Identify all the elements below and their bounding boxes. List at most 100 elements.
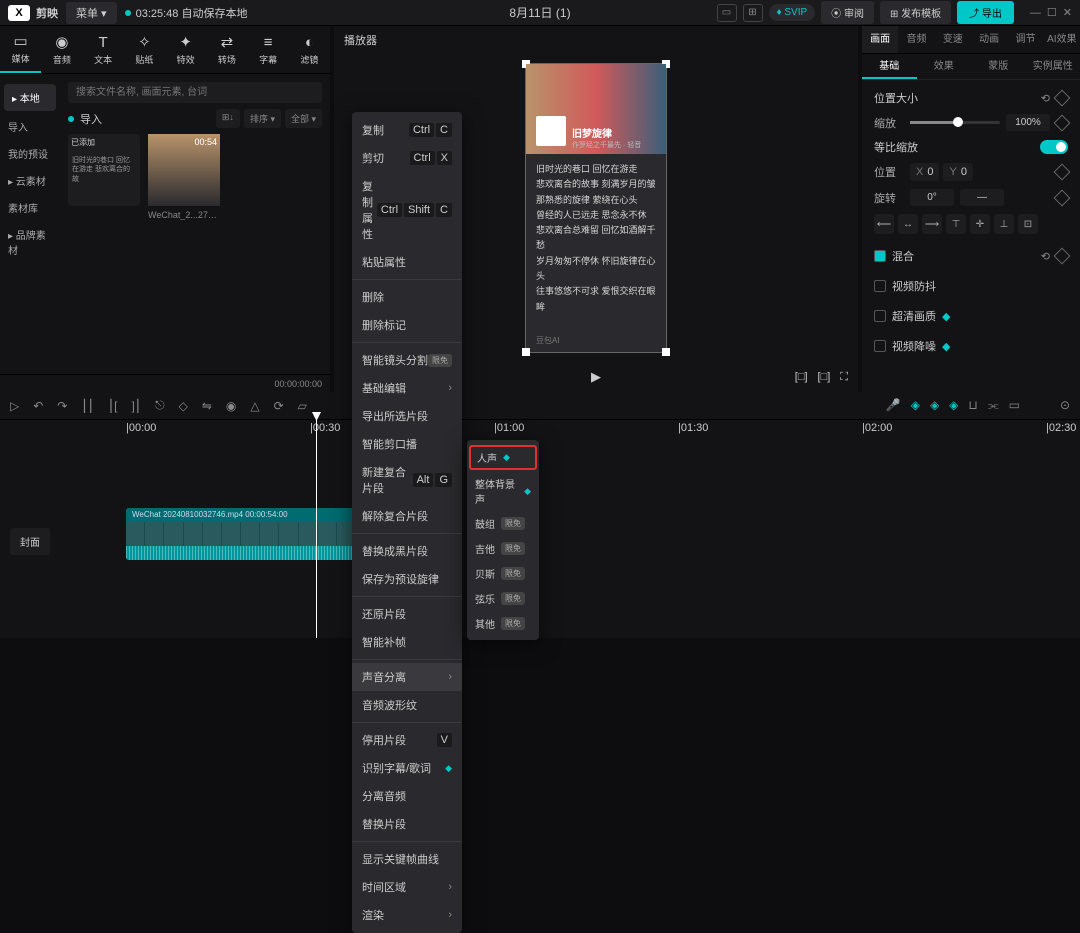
side-item[interactable]: 导入 (0, 113, 60, 140)
mirror-icon[interactable]: ⇋ (202, 399, 212, 413)
blend-keyframe-icon[interactable] (1054, 248, 1071, 265)
timeline-tracks[interactable]: 封面 WeChat 20240810032746.mp4 00:00:54:00 (0, 438, 1080, 458)
media-thumb[interactable]: 已添加旧时光的巷口 回忆在游走 悲欢离合的故 (68, 134, 140, 220)
resize-handle-bl[interactable] (522, 348, 530, 356)
play-button[interactable]: ▶ (591, 369, 601, 385)
minimize-icon[interactable]: — (1030, 7, 1041, 19)
preview-icon[interactable]: ▭ (1009, 398, 1020, 413)
zoom-icon[interactable]: ⊙ (1060, 398, 1070, 413)
submenu-item[interactable]: 鼓组 限免 (467, 511, 539, 536)
menu-item[interactable]: 时间区域› (352, 873, 462, 901)
tool-tab-文本[interactable]: T文本 (83, 26, 124, 73)
playhead[interactable] (316, 420, 317, 638)
keyframe-icon[interactable] (1054, 90, 1071, 107)
shield-icon[interactable]: ◇ (179, 399, 188, 413)
layout-icon-2[interactable]: ⊞ (743, 4, 763, 22)
tool-tab-贴纸[interactable]: ✧贴纸 (124, 26, 165, 73)
tool-tab-媒体[interactable]: ▭媒体 (0, 26, 41, 73)
timeline-ruler[interactable]: |00:00|00:30|01:00|01:30|02:00|02:30 (0, 420, 1080, 438)
denoise-checkbox[interactable] (874, 340, 886, 352)
scale-value[interactable]: 100% (1006, 114, 1050, 131)
rp-tab[interactable]: 音频 (898, 26, 934, 53)
menu-item[interactable]: 智能镜头分割限免 (352, 346, 462, 374)
rot-keyframe-icon[interactable] (1054, 189, 1071, 206)
delete-icon[interactable]: ⎋ (155, 398, 165, 413)
submenu-item[interactable]: 弦乐 限免 (467, 586, 539, 611)
align-vcenter[interactable]: ✛ (970, 214, 990, 234)
rp-tab[interactable]: 调节 (1007, 26, 1043, 53)
menu-item[interactable]: 声音分离› (352, 663, 462, 691)
menu-item[interactable]: 复制属性CtrlShiftC (352, 172, 462, 248)
magnet-icon[interactable]: ⊔ (968, 398, 977, 413)
menu-button[interactable]: 菜单 ▾ (66, 2, 117, 24)
align-right[interactable]: ⟶ (922, 214, 942, 234)
tool-tab-音频[interactable]: ◉音频 (41, 26, 82, 73)
submenu-item[interactable]: 其他 限免 (467, 611, 539, 636)
rp-subtab[interactable]: 实例属性 (1026, 54, 1080, 79)
menu-item[interactable]: 智能剪口播 (352, 430, 462, 458)
align-bottom[interactable]: ⊥ (994, 214, 1014, 234)
submenu-item[interactable]: 吉他 限免 (467, 536, 539, 561)
media-thumb[interactable]: 00:54WeChat_2...2746.mp4 (148, 134, 220, 220)
menu-item[interactable]: 删除 (352, 283, 462, 311)
menu-item[interactable]: 导出所选片段 (352, 402, 462, 430)
pos-x-input[interactable]: X0 (910, 163, 939, 181)
export-button[interactable]: ⤴ 导出 (957, 1, 1014, 24)
submenu-item[interactable]: 人声 ◆ (469, 445, 537, 470)
close-icon[interactable]: ✕ (1063, 6, 1072, 19)
tool-tab-转场[interactable]: ⇄转场 (206, 26, 247, 73)
trim-right-icon[interactable]: ]⎮ (131, 399, 141, 413)
scale-keyframe-icon[interactable] (1054, 114, 1071, 131)
search-input[interactable] (68, 82, 322, 103)
menu-item[interactable]: 复制CtrlC (352, 116, 462, 144)
menu-item[interactable]: 分离音频 (352, 782, 462, 810)
rp-tab[interactable]: 画面 (862, 26, 898, 53)
resize-handle-br[interactable] (662, 348, 670, 356)
align-top[interactable]: ⊤ (946, 214, 966, 234)
reset-icon[interactable]: ⟲ (1041, 92, 1050, 105)
rp-tab[interactable]: 动画 (971, 26, 1007, 53)
tl-cyan-3[interactable]: ◈ (949, 398, 958, 413)
redo-icon[interactable]: ↷ (57, 399, 67, 413)
blend-reset-icon[interactable]: ⟲ (1041, 250, 1050, 263)
scale-slider[interactable] (910, 121, 1000, 124)
view-control[interactable]: 全部 ▾ (285, 109, 322, 128)
view-control[interactable]: 排序 ▾ (244, 109, 281, 128)
rp-tab[interactable]: AI效果 (1044, 26, 1080, 53)
rp-tab[interactable]: 变速 (935, 26, 971, 53)
blend-checkbox[interactable] (874, 250, 886, 262)
mic-icon[interactable]: 🎤 (886, 398, 901, 413)
rp-subtab[interactable]: 效果 (917, 54, 972, 79)
tool-tab-字幕[interactable]: ≡字幕 (248, 26, 289, 73)
speed-icon[interactable]: ◉ (226, 399, 236, 413)
menu-item[interactable]: 替换片段 (352, 810, 462, 838)
ratio-lock-toggle[interactable] (1040, 140, 1068, 154)
view-control[interactable]: ⊞↓ (216, 109, 240, 128)
svip-badge[interactable]: ♦ SVIP (769, 4, 816, 21)
review-button[interactable]: ⦿ 审阅 (821, 1, 874, 24)
import-label[interactable]: 导入 (80, 111, 102, 127)
menu-item[interactable]: 基础编辑› (352, 374, 462, 402)
align-hcenter[interactable]: ↔ (898, 214, 918, 234)
menu-item[interactable]: 停用片段V (352, 726, 462, 754)
menu-item[interactable]: 剪切CtrlX (352, 144, 462, 172)
rp-subtab[interactable]: 蒙版 (971, 54, 1026, 79)
warn-icon[interactable]: △ (250, 399, 259, 413)
fullscreen-icon[interactable]: ⛶ (840, 371, 848, 384)
tl-cyan-1[interactable]: ◈ (911, 398, 920, 413)
menu-item[interactable]: 新建复合片段AltG (352, 458, 462, 502)
hq-checkbox[interactable] (874, 310, 886, 322)
menu-item[interactable]: 识别字幕/歌词◆ (352, 754, 462, 782)
tool-tab-特效[interactable]: ✦特效 (165, 26, 206, 73)
refresh-icon[interactable]: ⟳ (274, 399, 284, 413)
layout-icon-1[interactable]: ▭ (717, 4, 737, 22)
rp-subtab[interactable]: 基础 (862, 54, 917, 79)
split-icon[interactable]: ⎮⎮ (81, 399, 94, 413)
video-frame[interactable]: 旧梦旋律 作罗经之千最先 · 轻音 旧时光的巷口 回忆在游走 悲欢离合的故事 刻… (525, 63, 667, 353)
ratio-icon[interactable]: [□] (795, 371, 808, 384)
maximize-icon[interactable]: ☐ (1047, 6, 1057, 19)
trim-left-icon[interactable]: ⎮[ (108, 399, 118, 413)
align-dist[interactable]: ⊡ (1018, 214, 1038, 234)
submenu-item[interactable]: 整体背景声 ◆ (467, 471, 539, 511)
undo-icon[interactable]: ↶ (33, 399, 43, 413)
